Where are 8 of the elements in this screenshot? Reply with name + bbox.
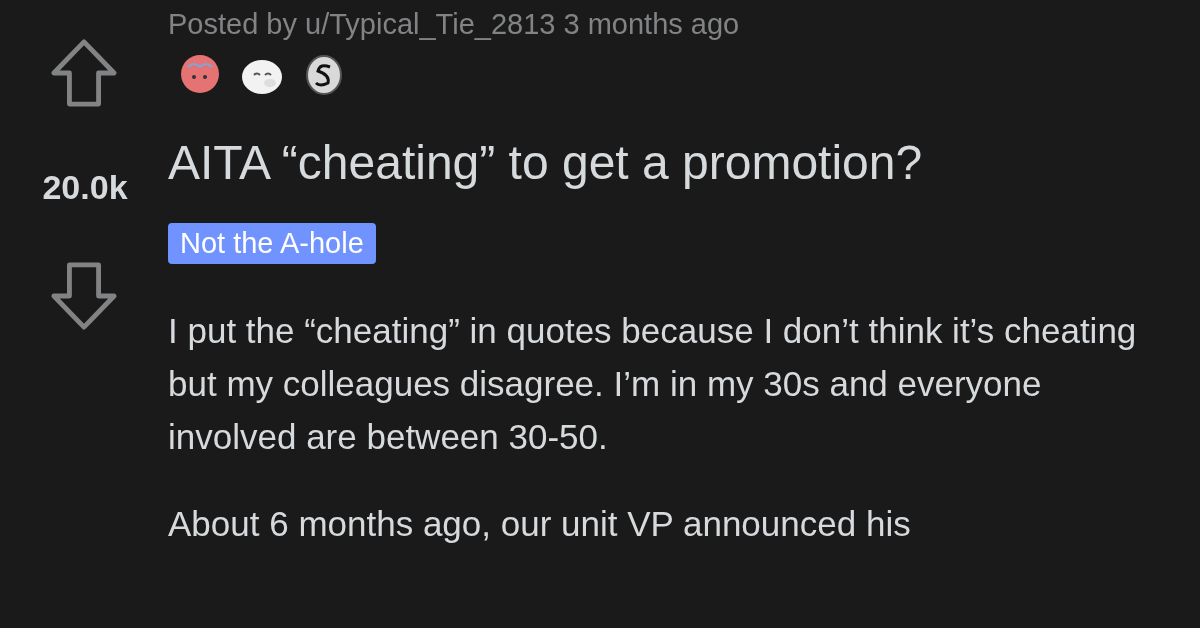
- vote-count: 20.0k: [42, 168, 128, 207]
- downvote-icon[interactable]: [50, 261, 118, 331]
- post-meta: Posted by u/Typical_Tie_2813 3 months ago: [168, 8, 740, 41]
- post-paragraph: About 6 months ago, our unit VP announced his: [168, 502, 912, 545]
- post-paragraph: I put the “cheating” in quotes because I don’t think it’s cheating but my colleagues disagree. I’m in my 30s and everyone involved are between 30-50.: [168, 309, 1138, 458]
- post-title: AITA “cheating” to get a promotion?: [168, 137, 923, 190]
- upvote-icon[interactable]: [50, 38, 118, 108]
- post-flair[interactable]: Not the A-hole: [168, 222, 376, 264]
